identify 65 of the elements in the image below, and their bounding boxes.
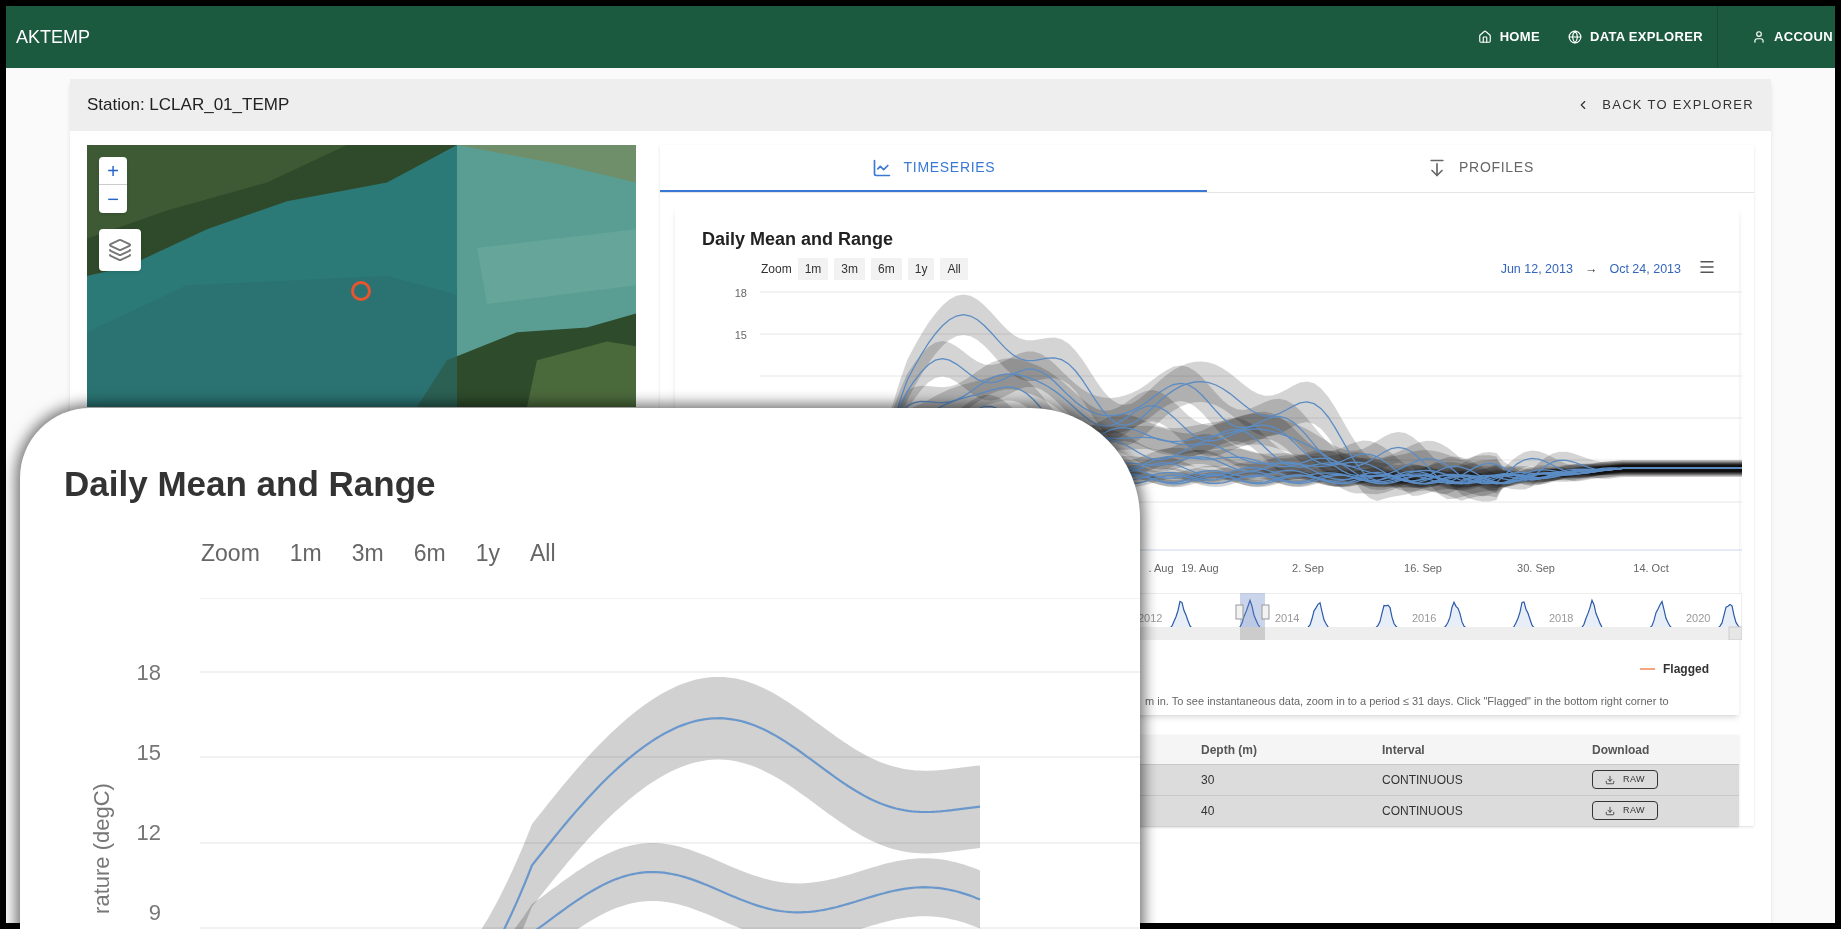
depth-cell-text: 30 <box>1201 772 1216 789</box>
tab[interactable]: PROFILES <box>1207 145 1754 192</box>
raw-download-button[interactable]: RAW <box>1592 801 1658 821</box>
zoom-range-button[interactable]: 1m <box>289 536 322 571</box>
x-axis-label: . Aug <box>1148 561 1174 576</box>
column-header: Download <box>1592 741 1651 759</box>
y-axis-label: 15 <box>733 328 747 343</box>
navigator-year-label: 2016 <box>1412 611 1437 626</box>
layers-button[interactable] <box>99 229 141 271</box>
y-axis-label: 9 <box>147 899 161 927</box>
home-icon <box>1477 30 1492 44</box>
zoom-range-button[interactable]: 3m <box>834 258 866 280</box>
column-header: Interval <box>1382 741 1426 759</box>
menu-icon[interactable] <box>1698 258 1716 276</box>
zoom-in-button[interactable]: + <box>99 157 127 185</box>
navigator-year-label: 2014 <box>1275 611 1300 626</box>
zoom-out-button[interactable]: − <box>99 185 127 213</box>
zoom-range-button[interactable]: 3m <box>351 536 384 571</box>
range-end[interactable]: Oct 24, 2013 <box>1609 260 1681 279</box>
callout-title: Daily Mean and Range <box>64 463 436 505</box>
zoom-range-button[interactable]: 1y <box>475 536 500 571</box>
line-chart-icon <box>871 157 892 178</box>
zoom-range-button[interactable]: 6m <box>413 536 446 571</box>
x-axis-label: 19. Aug <box>1181 561 1219 576</box>
y-axis-label: 15 <box>135 739 161 767</box>
y-axis-label: 18 <box>135 659 161 687</box>
legend-item[interactable]: Flagged <box>1640 660 1709 678</box>
y-axis-title: rature (degC) <box>87 782 115 914</box>
raw-download-button[interactable]: RAW <box>1592 770 1658 790</box>
x-axis-label: 16. Sep <box>1404 561 1442 576</box>
tab[interactable]: TIMESERIES <box>660 145 1207 192</box>
range-start[interactable]: Jun 12, 2013 <box>1500 260 1573 279</box>
x-axis-label: 30. Sep <box>1517 561 1555 576</box>
range-separator: → <box>1584 261 1598 278</box>
station-title: Station: LCLAR_01_TEMP <box>87 94 290 117</box>
user-icon <box>1752 30 1766 44</box>
zoom-range-button[interactable]: All <box>940 258 968 280</box>
nav-link[interactable]: DATA EXPLORER <box>1553 6 1717 68</box>
back-button[interactable]: BACK TO EXPLORER <box>1576 95 1754 115</box>
zoom-range-button[interactable]: 1m <box>797 258 829 280</box>
navigator-year-label: 2020 <box>1686 611 1711 626</box>
app-title[interactable]: AKTEMP <box>6 23 90 51</box>
depth-cell-text: 40 <box>1201 803 1216 820</box>
download-icon <box>1605 774 1615 785</box>
zoom-range-button[interactable]: 1y <box>907 258 935 280</box>
zoom-label: Zoom <box>761 261 792 278</box>
x-axis-label: 2. Sep <box>1292 561 1324 576</box>
download-icon <box>1605 805 1615 816</box>
chart-title: Daily Mean and Range <box>702 228 894 251</box>
station-marker-icon[interactable] <box>351 281 371 301</box>
nav-link[interactable]: HOME <box>1463 6 1554 68</box>
map[interactable]: + − <box>87 145 636 407</box>
chart-note: m in. To see instantaneous data, zoom in to a period ≤ 31 days. Click "Flagged" in the bottom right corner to <box>1145 694 1669 709</box>
globe-icon <box>1567 30 1582 44</box>
x-axis-label: 14. Oct <box>1633 561 1669 576</box>
interval-cell-text: CONTINUOUS <box>1382 772 1464 789</box>
navigator-year-label: 2018 <box>1549 611 1574 626</box>
zoom-range-button[interactable]: 6m <box>871 258 902 280</box>
zoom-label: Zoom <box>201 539 260 568</box>
column-header: Depth (m) <box>1201 741 1258 759</box>
y-axis-label: 12 <box>135 819 161 847</box>
layers-icon <box>108 238 132 262</box>
zoom-range-button[interactable]: All <box>529 536 556 571</box>
interval-cell-text: CONTINUOUS <box>1382 803 1464 820</box>
y-axis-label: 18 <box>733 286 747 301</box>
